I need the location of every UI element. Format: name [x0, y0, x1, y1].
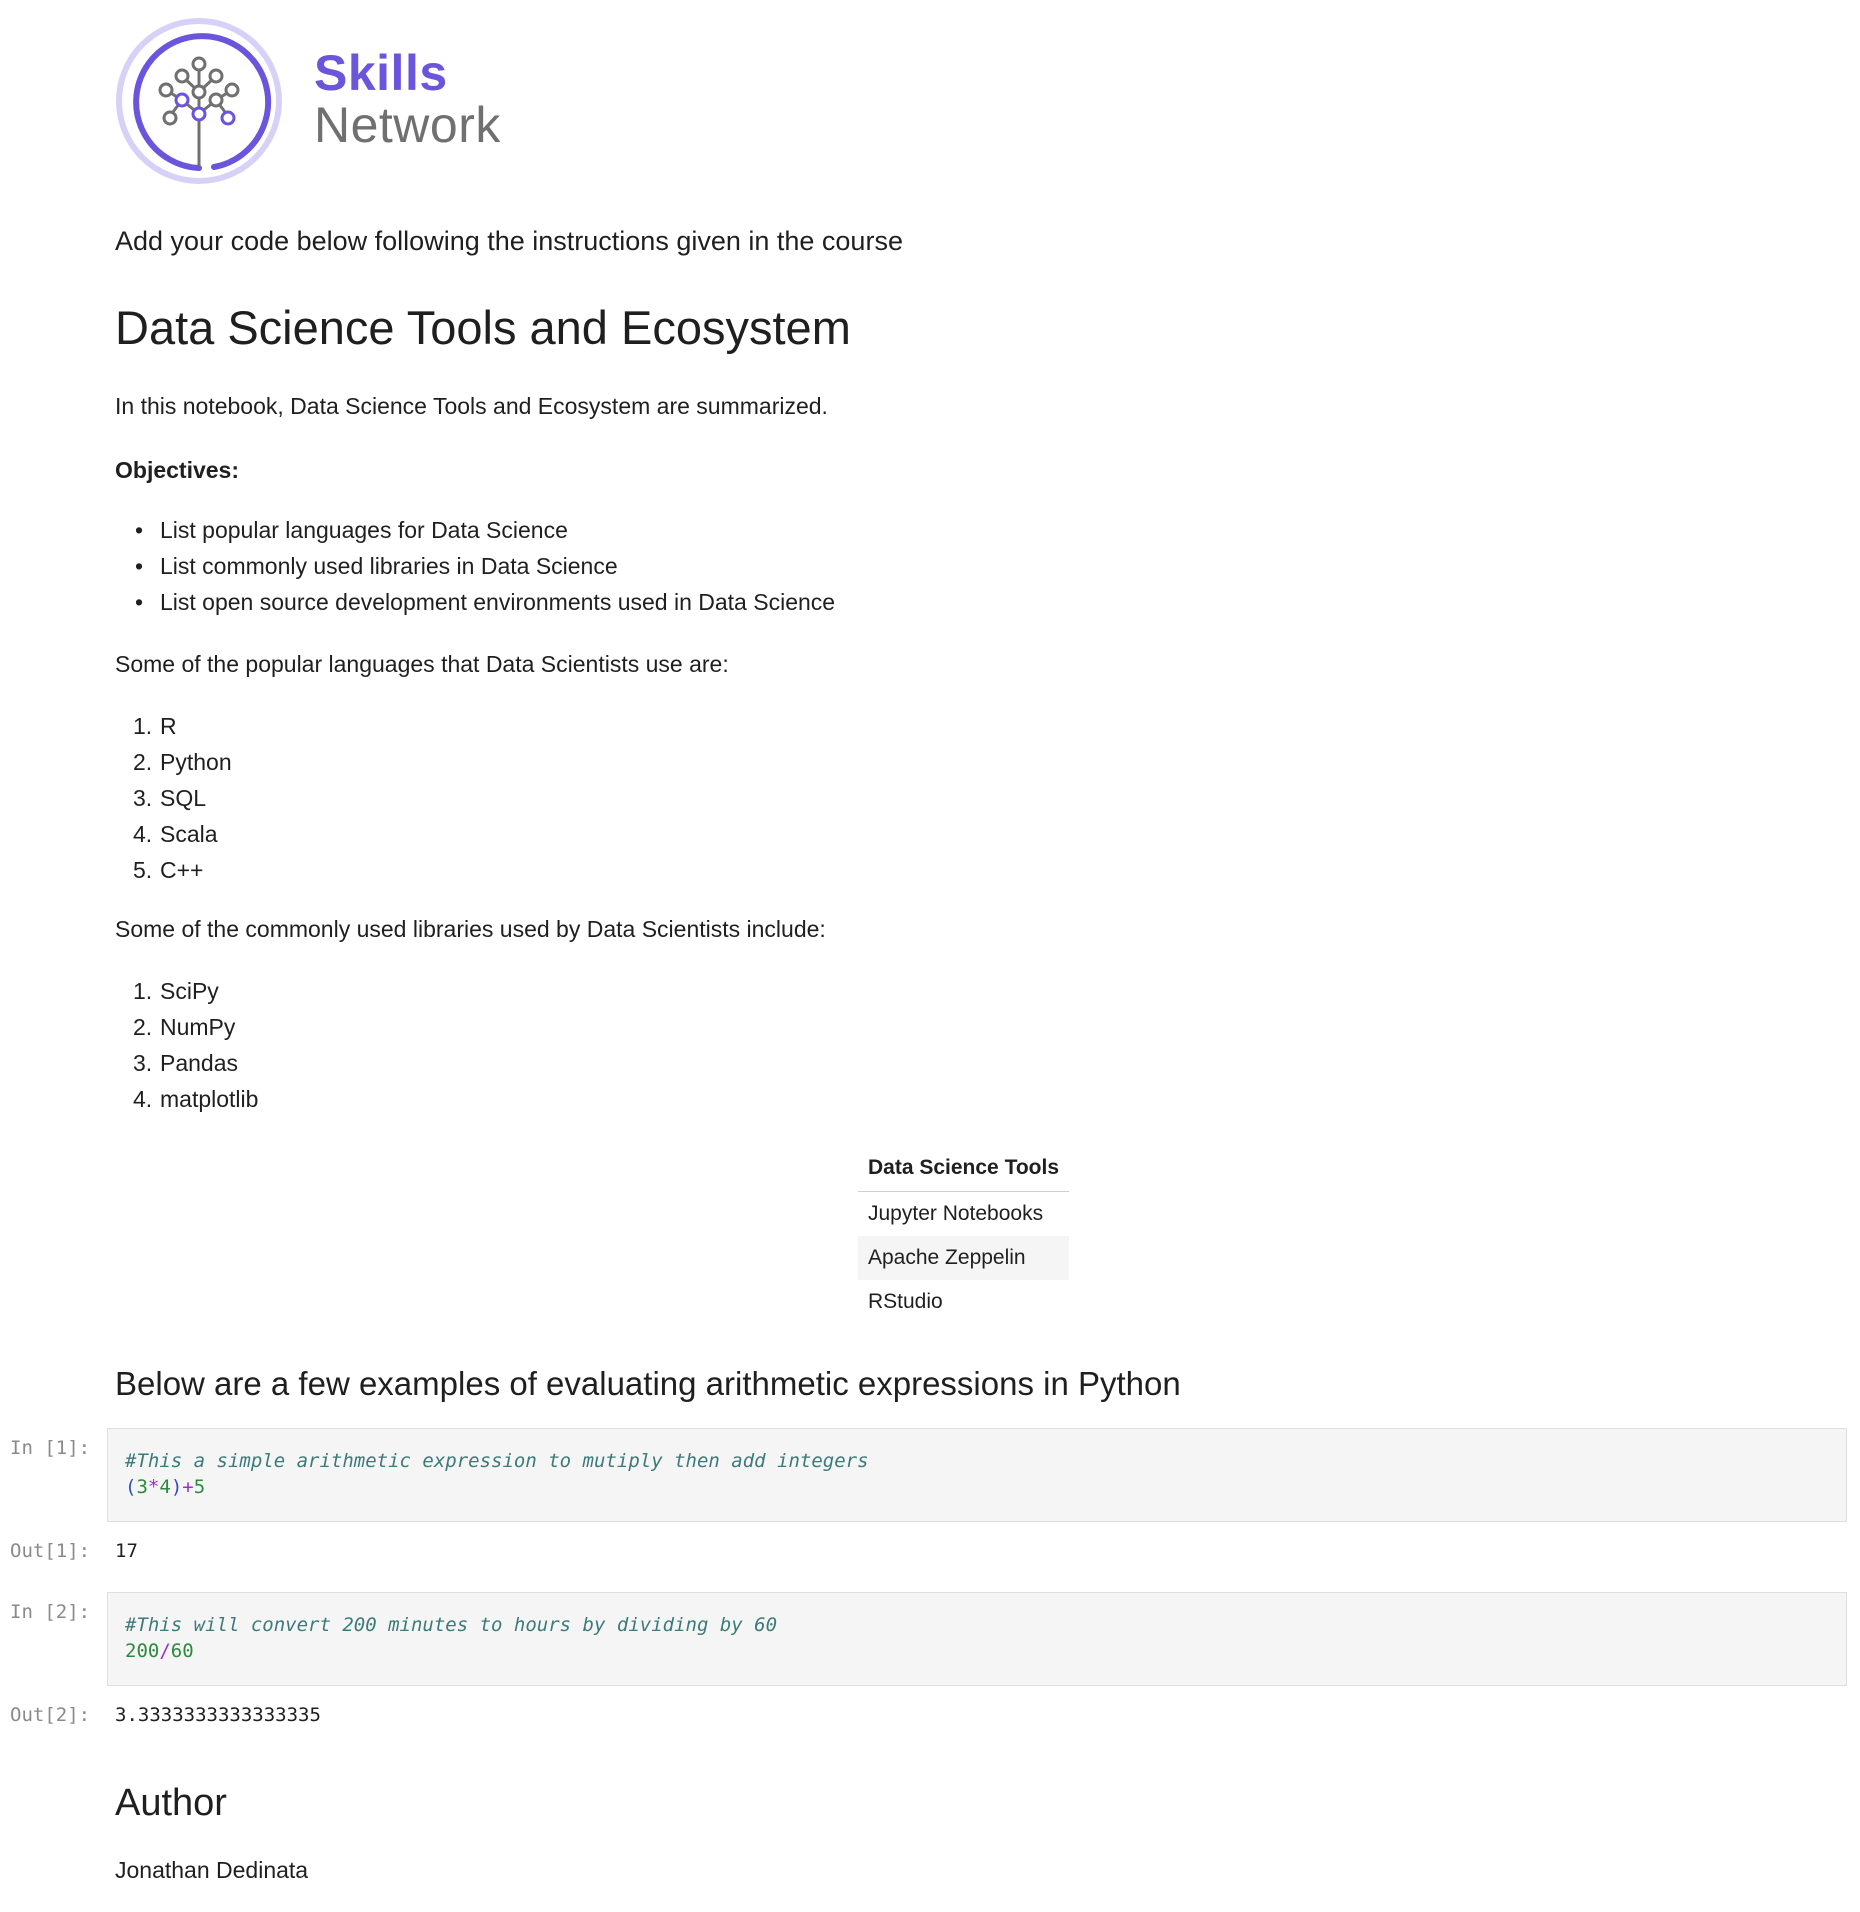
- list-item: 5. C++: [133, 857, 204, 883]
- list-item: 4. Scala: [133, 821, 218, 847]
- code-token: ): [170, 1476, 183, 1498]
- code-token: (: [125, 1476, 137, 1498]
- list-item: 2. Python: [133, 749, 232, 775]
- cell-output: 3.3333333333333335: [115, 1704, 321, 1726]
- author-name: Jonathan Dedinata: [115, 1857, 309, 1883]
- arithmetic-heading: Below are a few examples of evaluating a…: [115, 1365, 1181, 1402]
- brand-wordmark: Skills Network: [314, 48, 501, 150]
- brand-line-1: Skills: [314, 45, 448, 101]
- list-item: 3. Pandas: [133, 1050, 239, 1076]
- code-token: 200: [125, 1640, 160, 1662]
- output-prompt: Out[1]:: [10, 1540, 91, 1562]
- page-title: Data Science Tools and Ecosystem: [115, 301, 851, 354]
- list-item-label: R: [160, 713, 177, 739]
- code-token: 60: [170, 1640, 194, 1662]
- objectives-label: Objectives:: [115, 457, 239, 483]
- author-heading: Author: [115, 1782, 227, 1824]
- code-expression: 200/60: [125, 1638, 1829, 1664]
- list-item: List popular languages for Data Science: [115, 512, 835, 548]
- input-prompt: In [2]:: [10, 1601, 91, 1623]
- table-header: Data Science Tools: [858, 1145, 1070, 1192]
- list-item-label: NumPy: [160, 1014, 236, 1040]
- code-token: 5: [193, 1476, 206, 1498]
- languages-intro: Some of the popular languages that Data …: [115, 651, 729, 677]
- tree-icon: [116, 18, 282, 184]
- list-item-label: Scala: [160, 821, 218, 847]
- objectives-list: List popular languages for Data Science …: [115, 512, 835, 620]
- table-row: Jupyter Notebooks: [858, 1192, 1069, 1237]
- list-item-label: SciPy: [160, 978, 219, 1004]
- table-row: RStudio: [858, 1280, 1069, 1324]
- brand-line-2: Network: [314, 97, 501, 153]
- code-cell-2[interactable]: #This will convert 200 minutes to hours …: [107, 1592, 1847, 1686]
- table-cell: RStudio: [868, 1290, 943, 1313]
- input-prompt: In [1]:: [10, 1437, 91, 1459]
- list-item-label: SQL: [160, 785, 207, 811]
- tools-table: Data Science Tools Jupyter Notebooks Apa…: [858, 1145, 1070, 1324]
- intro-text: Add your code below following the instru…: [115, 226, 903, 256]
- output-prompt: Out[2]:: [10, 1704, 91, 1726]
- code-comment: #This a simple arithmetic expression to …: [125, 1450, 869, 1472]
- cell-output: 17: [115, 1540, 138, 1562]
- list-item: 3. SQL: [133, 785, 207, 811]
- list-item: 4. matplotlib: [133, 1086, 259, 1112]
- skills-network-logo: [114, 16, 284, 186]
- list-item-label: matplotlib: [160, 1086, 259, 1112]
- list-item: List open source development environment…: [115, 584, 835, 620]
- list-item: 1. SciPy: [133, 978, 219, 1004]
- code-expression: (3*4)+5: [125, 1474, 1829, 1500]
- code-token: +: [182, 1476, 194, 1498]
- list-item: 1. R: [133, 713, 177, 739]
- code-cell-1[interactable]: #This a simple arithmetic expression to …: [107, 1428, 1847, 1522]
- libraries-list: 1. SciPy 2. NumPy 3. Pandas 4. matplotlib: [115, 973, 258, 1117]
- list-item-label: C++: [160, 857, 204, 883]
- table-row: Apache Zeppelin: [858, 1236, 1070, 1280]
- libraries-intro: Some of the commonly used libraries used…: [115, 916, 826, 942]
- list-item-label: Python: [160, 749, 232, 775]
- notebook-page: Skills Network Add your code below follo…: [0, 0, 1860, 1912]
- table-cell: Jupyter Notebooks: [868, 1202, 1044, 1225]
- languages-list: 1. R 2. Python 3. SQL 4. Scala 5. C++: [115, 708, 232, 888]
- summary-text: In this notebook, Data Science Tools and…: [115, 393, 828, 419]
- code-token: 4: [159, 1476, 171, 1498]
- list-item-label: Pandas: [160, 1050, 239, 1076]
- code-comment: #This will convert 200 minutes to hours …: [125, 1614, 778, 1636]
- list-item: List commonly used libraries in Data Sci…: [115, 548, 835, 584]
- code-token: *: [147, 1476, 160, 1498]
- code-token: /: [159, 1640, 171, 1662]
- table-cell: Apache Zeppelin: [858, 1236, 1070, 1280]
- code-token: 3: [136, 1476, 148, 1498]
- list-item: 2. NumPy: [133, 1014, 236, 1040]
